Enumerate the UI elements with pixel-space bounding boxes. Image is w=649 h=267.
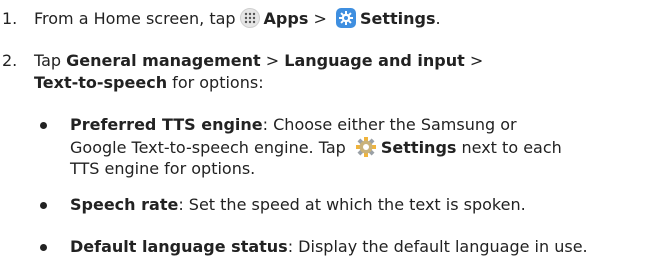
bullet-dot: [40, 122, 47, 129]
step-1-number: 1.: [2, 9, 18, 28]
preferred-line-3-text: TTS engine for options.: [70, 159, 256, 178]
bullet-dot: [40, 202, 47, 209]
step-2-for-options: for options:: [167, 73, 264, 92]
step-2-separator-2: >: [464, 51, 484, 70]
default-language-description: : Display the default language in use.: [287, 237, 588, 256]
speech-rate-description: : Set the speed at which the text is spo…: [178, 195, 526, 214]
step-2-line-1: Tap General management > Language and in…: [34, 50, 483, 72]
apps-grid-icon: [239, 8, 260, 28]
text-to-speech-label: Text-to-speech: [34, 73, 168, 92]
default-language-status-term: Default language status: [70, 237, 288, 256]
preferred-tts-engine-term: Preferred TTS engine: [70, 115, 263, 134]
preferred-line-1: Preferred TTS engine: Choose either the …: [70, 114, 562, 136]
settings-label: Settings: [359, 9, 436, 28]
step-2-line-2: Text-to-speech for options:: [34, 72, 483, 94]
preferred-line-1-text: : Choose either the Samsung or: [262, 115, 517, 134]
general-management-label: General management: [66, 51, 261, 70]
language-and-input-label: Language and input: [284, 51, 465, 70]
step-2-text: Tap General management > Language and in…: [34, 50, 483, 94]
preferred-line-2-text: Google Text-to-speech engine. Tap: [70, 138, 351, 157]
bullet-preferred-text: Preferred TTS engine: Choose either the …: [70, 114, 562, 180]
step-1-period: .: [435, 9, 441, 28]
step-2-number: 2.: [2, 51, 18, 70]
preferred-line-2: Google Text-to-speech engine. Tap Settin…: [70, 136, 562, 158]
step-1-separator: >: [308, 9, 332, 28]
step-2-tap: Tap: [34, 51, 67, 70]
step-1-intro: From a Home screen, tap: [34, 9, 236, 28]
instructions-document: 1. From a Home screen, tap Apps > Setting…: [0, 0, 649, 267]
apps-label: Apps: [263, 9, 309, 28]
preferred-line-2-after: next to each: [456, 138, 562, 157]
gear-icon: [355, 136, 377, 158]
preferred-settings-label: Settings: [380, 138, 457, 157]
bullet-speech-rate-text: Speech rate: Set the speed at which the …: [70, 194, 526, 216]
bullet-dot: [40, 244, 47, 251]
preferred-line-3: TTS engine for options.: [70, 158, 562, 180]
step-2-separator-1: >: [260, 51, 285, 70]
settings-app-icon: [335, 8, 356, 28]
step-1-text: From a Home screen, tap Apps > Settings.: [34, 8, 441, 30]
speech-rate-term: Speech rate: [70, 195, 179, 214]
bullet-default-language-text: Default language status: Display the def…: [70, 236, 588, 258]
